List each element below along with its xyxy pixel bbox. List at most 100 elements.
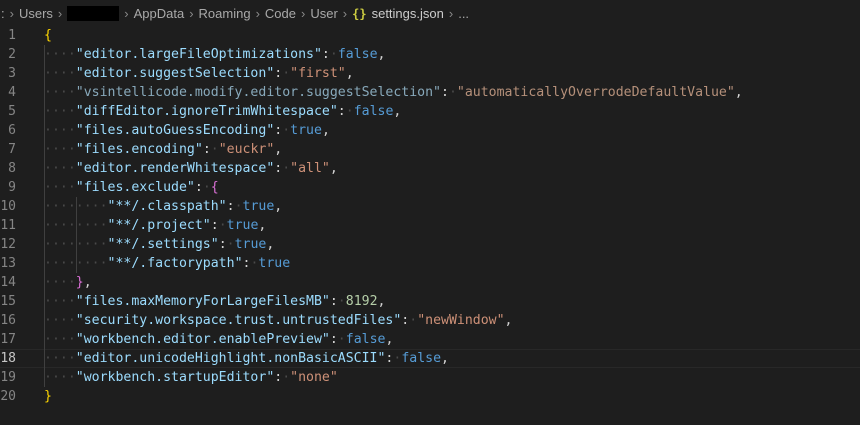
breadcrumb-item-file[interactable]: {} settings.json bbox=[352, 6, 444, 21]
token-punct: , bbox=[258, 218, 267, 233]
line-number: 18 bbox=[0, 351, 16, 366]
token-str: "newWindow" bbox=[417, 313, 505, 328]
token-key: "workbench.startupEditor" bbox=[75, 370, 275, 385]
token-ws: · bbox=[329, 47, 338, 62]
breadcrumb-separator: › bbox=[301, 5, 306, 21]
token-kw: true bbox=[290, 123, 322, 138]
code-line[interactable]: 19 ····"workbench.startupEditor":·"none" bbox=[0, 368, 860, 387]
token-str: "none" bbox=[290, 370, 338, 385]
token-key: "diffEditor.ignoreTrimWhitespace" bbox=[75, 104, 338, 119]
breadcrumb-item-appdata[interactable]: AppData bbox=[134, 6, 185, 21]
line-content: ····"editor.suggestSelection":·"first", bbox=[44, 64, 354, 83]
line-number: 1 bbox=[8, 28, 16, 43]
token-kw: false bbox=[345, 332, 386, 347]
breadcrumb-separator: › bbox=[57, 5, 63, 21]
token-punct: : bbox=[202, 142, 211, 157]
token-ws: · bbox=[282, 370, 291, 385]
line-number: 15 bbox=[0, 294, 16, 309]
line-content: ····"editor.largeFileOptimizations":·fal… bbox=[44, 45, 385, 64]
token-ws: · bbox=[218, 218, 227, 233]
token-punct: , bbox=[393, 104, 402, 119]
code-line[interactable]: 3 ····"editor.suggestSelection":·"first", bbox=[0, 64, 860, 83]
whitespace-marker: ···· bbox=[44, 351, 76, 366]
token-punct: : bbox=[218, 237, 227, 252]
line-number: 11 bbox=[0, 218, 16, 233]
line-content: ····"files.encoding":·"euckr", bbox=[44, 140, 282, 159]
line-number: 5 bbox=[8, 104, 16, 119]
code-line[interactable]: 20} bbox=[0, 387, 860, 406]
whitespace-marker: ···· bbox=[44, 370, 76, 385]
token-punct: , bbox=[734, 85, 743, 100]
code-line[interactable]: 5 ····"diffEditor.ignoreTrimWhitespace":·… bbox=[0, 102, 860, 121]
token-punct: , bbox=[377, 47, 386, 62]
code-line[interactable]: 13 ········"**/.factorypath":·true bbox=[0, 254, 860, 273]
whitespace-marker: ···· bbox=[44, 180, 76, 195]
code-line[interactable]: 15 ····"files.maxMemoryForLargeFilesMB":·… bbox=[0, 292, 860, 311]
line-number: 2 bbox=[8, 47, 16, 62]
token-ws: · bbox=[282, 123, 291, 138]
line-number: 4 bbox=[8, 85, 16, 100]
breadcrumb-item-roaming[interactable]: Roaming bbox=[199, 6, 251, 21]
line-number: 6 bbox=[8, 123, 16, 138]
breadcrumb-more[interactable]: ... bbox=[458, 6, 469, 21]
breadcrumb-item-user[interactable]: User bbox=[310, 6, 337, 21]
code-editor[interactable]: : › Users › › AppData › Roaming › Code › User ›{} set… bbox=[0, 0, 860, 425]
code-line[interactable]: 6 ····"files.autoGuessEncoding":·true, bbox=[0, 121, 860, 140]
line-content: ········"**/.project":·true, bbox=[44, 216, 266, 235]
whitespace-marker: ···· bbox=[44, 332, 76, 347]
token-key: "editor.suggestSelection" bbox=[75, 66, 275, 81]
line-number: 9 bbox=[8, 180, 16, 195]
token-ws: · bbox=[337, 294, 346, 309]
token-punct: , bbox=[385, 332, 394, 347]
whitespace-marker: ···· bbox=[44, 47, 76, 62]
line-number: 10 bbox=[0, 199, 16, 214]
breadcrumb-lead: : bbox=[1, 5, 5, 21]
token-str: "all" bbox=[290, 161, 330, 176]
code-line[interactable]: 10 ········"**/.classpath":·true, bbox=[0, 197, 860, 216]
line-number: 20 bbox=[0, 389, 16, 404]
code-line[interactable]: 4 ····"vsintellicode.modify.editor.sugges… bbox=[0, 83, 860, 102]
token-str: "first" bbox=[290, 66, 346, 81]
code-line[interactable]: 1{ bbox=[0, 26, 860, 45]
breadcrumb-item-code[interactable]: Code bbox=[265, 6, 296, 21]
code-line[interactable]: 16 ····"security.workspace.trust.untruste… bbox=[0, 311, 860, 330]
token-key: "editor.unicodeHighlight.nonBasicASCII" bbox=[75, 351, 386, 366]
code-line[interactable]: 8 ····"editor.renderWhitespace":·"all", bbox=[0, 159, 860, 178]
breadcrumb-separator: › bbox=[342, 5, 348, 21]
whitespace-marker: ···· bbox=[44, 294, 76, 309]
token-punct: : bbox=[337, 104, 346, 119]
line-number: 19 bbox=[0, 370, 16, 385]
code-line[interactable]: 14 ····}, bbox=[0, 273, 860, 292]
token-ws: · bbox=[202, 180, 211, 195]
code-line[interactable]: 9 ····"files.exclude":·{ bbox=[0, 178, 860, 197]
token-key: "editor.renderWhitespace" bbox=[75, 161, 275, 176]
line-content: ········"**/.factorypath":·true bbox=[44, 254, 290, 273]
line-number: 16 bbox=[0, 313, 16, 328]
code-area[interactable]: 1{2 ····"editor.largeFileOptimizations":·… bbox=[0, 26, 860, 406]
token-punct: , bbox=[329, 161, 338, 176]
code-line[interactable]: 2 ····"editor.largeFileOptimizations":·fa… bbox=[0, 45, 860, 64]
whitespace-marker: ········ bbox=[44, 256, 108, 271]
whitespace-marker: ········ bbox=[44, 199, 108, 214]
token-punct: , bbox=[441, 351, 449, 366]
breadcrumb-separator: › bbox=[124, 5, 129, 21]
code-line[interactable]: 11 ········"**/.project":·true, bbox=[0, 216, 860, 235]
json-file-icon: {} bbox=[352, 6, 367, 21]
code-line[interactable]: 12 ········"**/.settings":·true, bbox=[0, 235, 860, 254]
line-content: { bbox=[44, 26, 52, 45]
breadcrumb-item-users[interactable]: Users bbox=[19, 6, 53, 21]
line-content: ····}, bbox=[44, 273, 92, 292]
code-line[interactable]: 7 ····"files.encoding":·"euckr", bbox=[0, 140, 860, 159]
code-line[interactable]: 18 ····"editor.unicodeHighlight.nonBasicA… bbox=[0, 349, 860, 368]
token-punct: : bbox=[226, 199, 235, 214]
whitespace-marker: ···· bbox=[44, 104, 76, 119]
line-content: ········"**/.settings":·true, bbox=[44, 235, 274, 254]
line-content: ····"diffEditor.ignoreTrimWhitespace":·f… bbox=[44, 102, 401, 121]
token-kw: false bbox=[401, 351, 442, 366]
line-number: 12 bbox=[0, 237, 16, 252]
token-punct: , bbox=[377, 294, 386, 309]
code-line[interactable]: 17 ····"workbench.editor.enablePreview":·… bbox=[0, 330, 860, 349]
line-content: ····"files.maxMemoryForLargeFilesMB":·81… bbox=[44, 292, 385, 311]
breadcrumb-item-redacted bbox=[67, 5, 120, 21]
token-key: "files.maxMemoryForLargeFilesMB" bbox=[75, 294, 330, 309]
